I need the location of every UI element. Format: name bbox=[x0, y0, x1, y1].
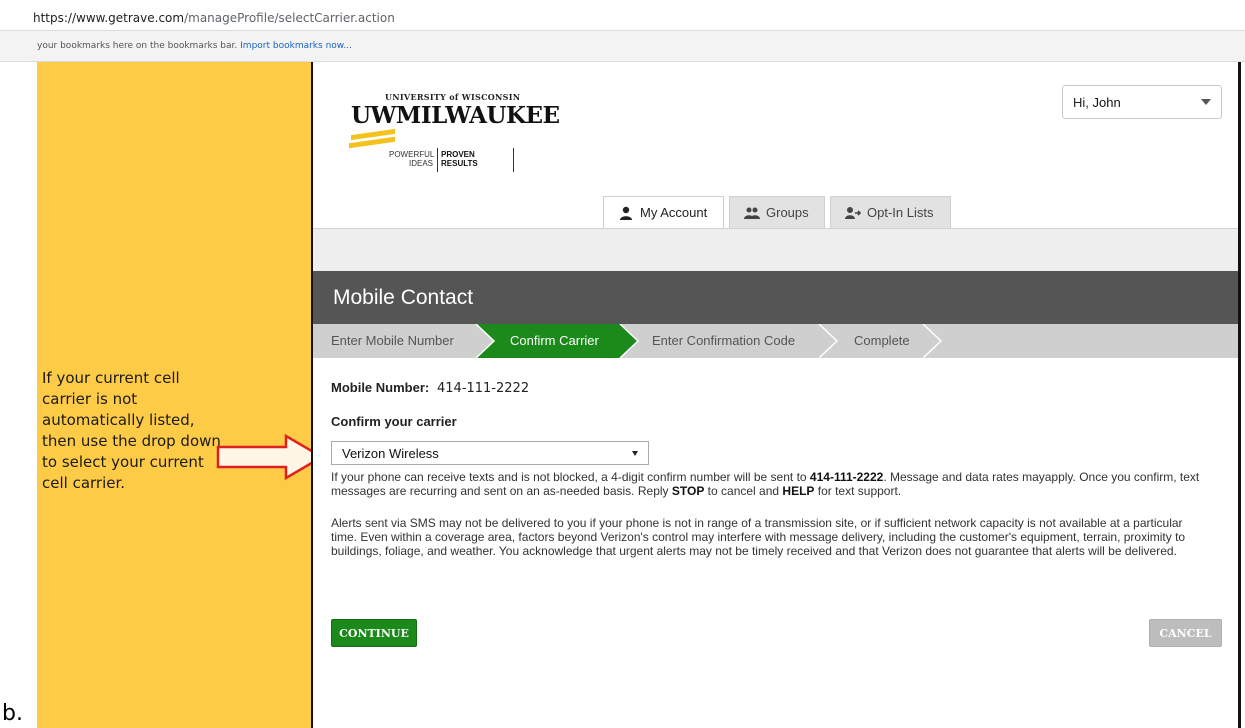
tab-label: My Account bbox=[640, 205, 708, 220]
bookmarks-bar-message: your bookmarks here on the bookmarks bar… bbox=[37, 41, 238, 51]
red-arrow-icon bbox=[216, 433, 325, 481]
caret-down-icon bbox=[632, 451, 638, 456]
tab-opt-in-lists[interactable]: Opt-In Lists bbox=[830, 196, 951, 228]
logo-tag1-line1: POWERFUL bbox=[389, 150, 435, 159]
wizard-step-bar: Enter Mobile Number Confirm Carrier Ente… bbox=[313, 324, 1238, 358]
tab-label: Opt-In Lists bbox=[867, 205, 934, 220]
url-text[interactable]: https://www.getrave.com/manageProfile/se… bbox=[33, 11, 395, 25]
logo-tag2-line1: PROVEN bbox=[441, 150, 475, 159]
chevron-down-icon bbox=[1201, 99, 1211, 105]
para1-part-a: If your phone can receive texts and is n… bbox=[331, 470, 810, 484]
user-greeting: Hi, John bbox=[1073, 95, 1121, 110]
confirm-carrier-label: Confirm your carrier bbox=[331, 414, 457, 429]
bookmarks-bar-text: your bookmarks here on the bookmarks bar… bbox=[37, 41, 352, 51]
greeting-text: Hi, bbox=[1073, 95, 1089, 110]
tab-groups[interactable]: Groups bbox=[729, 196, 825, 228]
users-icon bbox=[744, 207, 760, 219]
user-icon bbox=[620, 206, 632, 220]
step-separator bbox=[922, 324, 943, 358]
step-complete: Complete bbox=[854, 333, 910, 348]
step-enter-mobile-number: Enter Mobile Number bbox=[331, 333, 454, 348]
continue-button[interactable]: CONTINUE bbox=[331, 619, 417, 647]
address-bar[interactable]: https://www.getrave.com/manageProfile/se… bbox=[0, 0, 1245, 30]
carrier-info-text: If your phone can receive texts and is n… bbox=[331, 470, 1211, 498]
import-bookmarks-link[interactable]: Import bookmarks now... bbox=[240, 41, 352, 51]
tab-my-account[interactable]: My Account bbox=[603, 196, 724, 228]
para1-part-d: for text support. bbox=[814, 484, 902, 498]
tab-label: Groups bbox=[766, 205, 809, 220]
para1-part-c: to cancel and bbox=[704, 484, 783, 498]
logo-divider bbox=[437, 148, 438, 172]
step-enter-confirmation-code: Enter Confirmation Code bbox=[652, 333, 796, 348]
logo-tagline-right: PROVEN RESULTS bbox=[441, 150, 478, 168]
logo-main-text: UWMILWAUKEE bbox=[351, 102, 560, 129]
mobile-number-label: Mobile Number: bbox=[331, 380, 430, 395]
content-spacer bbox=[313, 229, 1238, 271]
stop-keyword: STOP bbox=[671, 484, 705, 498]
para1-number: 414-111-2222 bbox=[809, 470, 884, 484]
url-host: https://www.getrave.com bbox=[33, 11, 185, 25]
step-separator bbox=[818, 324, 839, 358]
help-keyword: HELP bbox=[782, 484, 815, 498]
user-menu-dropdown[interactable]: Hi, John bbox=[1062, 85, 1222, 119]
university-logo[interactable]: UNIVERSITY of WISCONSIN UWMILWAUKEE POWE… bbox=[349, 92, 560, 182]
user-add-icon bbox=[845, 206, 861, 219]
bookmarks-bar: your bookmarks here on the bookmarks bar… bbox=[0, 30, 1245, 62]
cancel-button[interactable]: CANCEL bbox=[1149, 619, 1222, 647]
logo-tag2-line2: RESULTS bbox=[441, 159, 478, 168]
sms-disclaimer-text: Alerts sent via SMS may not be delivered… bbox=[331, 516, 1186, 558]
figure-label: b. bbox=[2, 701, 23, 726]
logo-tag1-line2: IDEAS bbox=[408, 159, 433, 168]
logo-tagline-left: POWERFUL IDEAS bbox=[389, 150, 435, 168]
carrier-select[interactable]: Verizon Wireless bbox=[331, 441, 649, 465]
user-name: John bbox=[1092, 95, 1121, 110]
carrier-selected-value: Verizon Wireless bbox=[342, 446, 439, 461]
mobile-contact-header: Mobile Contact bbox=[313, 271, 1238, 324]
page-title: Mobile Contact bbox=[333, 286, 474, 309]
annotation-note: If your current cell carrier is not auto… bbox=[42, 369, 221, 492]
step-confirm-carrier: Confirm Carrier bbox=[510, 333, 599, 348]
url-path: /manageProfile/selectCarrier.action bbox=[184, 11, 395, 25]
logo-top-text: UNIVERSITY of WISCONSIN bbox=[385, 92, 521, 102]
mobile-number-value: 414-111-2222 bbox=[437, 381, 530, 396]
logo-divider bbox=[513, 148, 514, 172]
